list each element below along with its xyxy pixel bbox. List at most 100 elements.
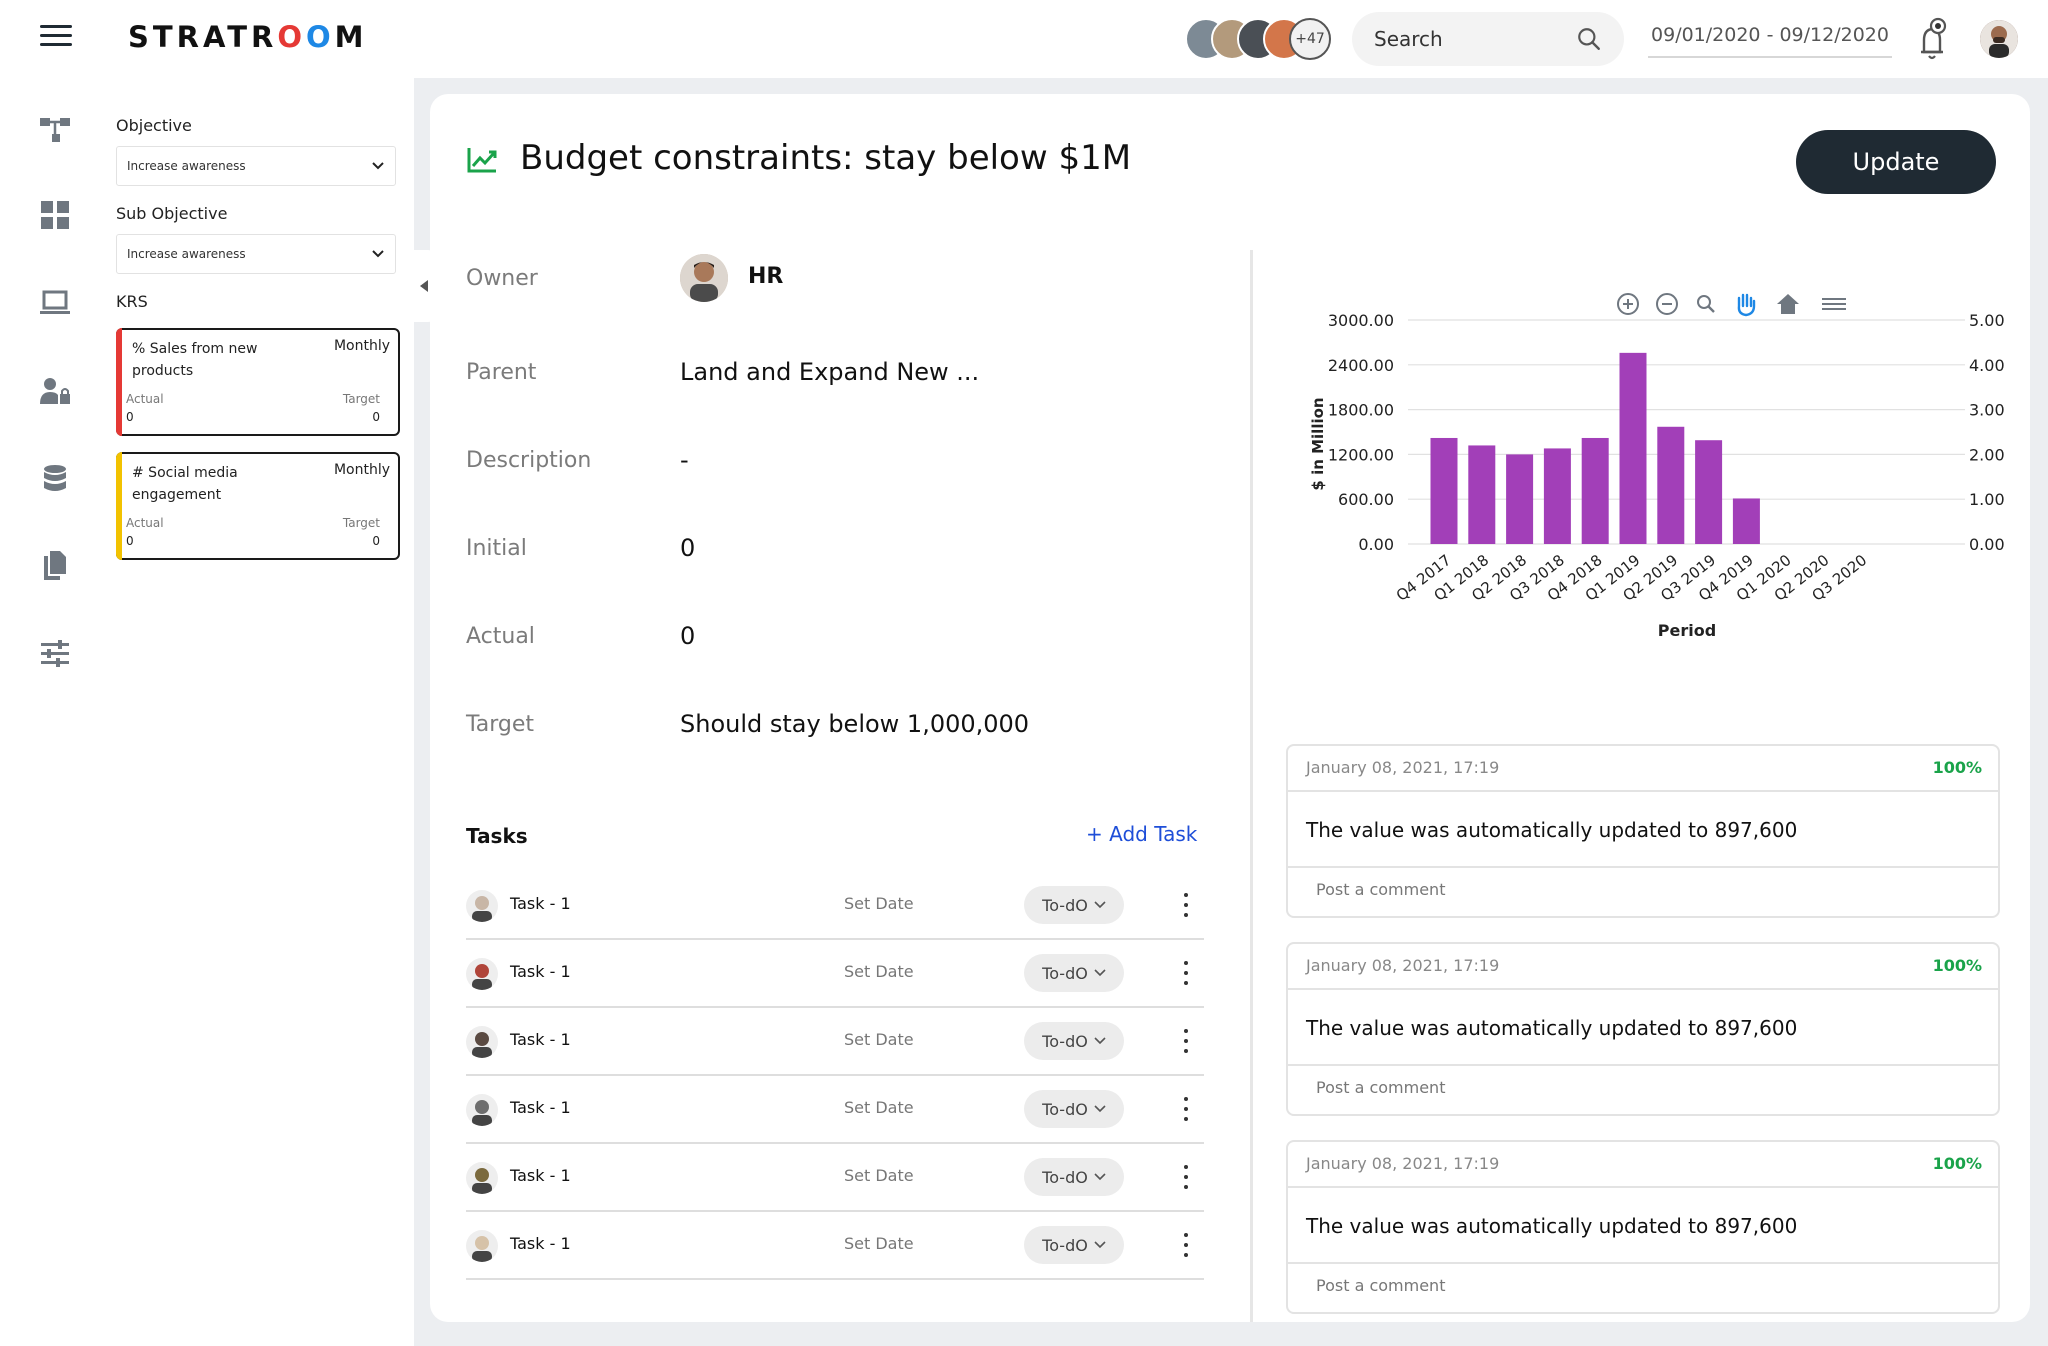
kr-actual-label: Actual (126, 516, 164, 530)
task-status-dropdown[interactable]: To-dO (1024, 886, 1124, 924)
task-name[interactable]: Task - 1 (510, 1098, 571, 1117)
description-label: Description (466, 448, 592, 473)
description-value: - (680, 446, 689, 474)
chart-bar[interactable] (1581, 437, 1609, 544)
y-tick-label: 600.00 (1338, 490, 1394, 509)
menu-icon[interactable] (40, 25, 72, 47)
zoom-search-icon[interactable] (1697, 295, 1715, 313)
parent-value[interactable]: Land and Expand New ... (680, 358, 979, 386)
task-assignee-avatar[interactable] (466, 1094, 498, 1126)
chevron-down-icon (1094, 1105, 1106, 1113)
task-set-date[interactable]: Set Date (844, 894, 914, 913)
actual-value: 0 (680, 622, 696, 650)
user-avatar[interactable] (1980, 20, 2018, 58)
comment-date: January 08, 2021, 17:19 (1306, 956, 1500, 975)
user-lock-icon[interactable] (38, 374, 72, 408)
page-title: Budget constraints: stay below $1M (520, 138, 1132, 178)
search-box[interactable]: Search (1352, 12, 1624, 66)
task-status-dropdown[interactable]: To-dO (1024, 1022, 1124, 1060)
task-assignee-avatar[interactable] (466, 1162, 498, 1194)
chart-bar[interactable] (1657, 426, 1685, 544)
kr-title: # Social media engagement (132, 465, 238, 503)
chart-bar[interactable] (1619, 352, 1647, 544)
task-assignee-avatar[interactable] (466, 890, 498, 922)
tasks-heading: Tasks (466, 824, 528, 848)
chart-bar[interactable] (1695, 440, 1723, 544)
kr-actual-value: 0 (126, 534, 134, 548)
more-vertical-icon[interactable] (1176, 1026, 1196, 1056)
more-vertical-icon[interactable] (1176, 890, 1196, 920)
comment-input[interactable]: Post a comment (1316, 1078, 1445, 1097)
task-assignee-avatar[interactable] (466, 1230, 498, 1262)
y-tick-label: 1200.00 (1328, 445, 1394, 464)
date-range-picker[interactable]: 09/01/2020 - 09/12/2020 (1648, 20, 1892, 58)
task-status-dropdown[interactable]: To-dO (1024, 1158, 1124, 1196)
add-task-button[interactable]: + Add Task (1086, 822, 1197, 846)
task-name[interactable]: Task - 1 (510, 1166, 571, 1185)
more-vertical-icon[interactable] (1176, 958, 1196, 988)
home-icon[interactable] (1777, 294, 1799, 314)
more-vertical-icon[interactable] (1176, 1162, 1196, 1192)
chart-bar[interactable] (1468, 445, 1496, 544)
objective-select[interactable]: Increase awareness (116, 146, 396, 186)
task-set-date[interactable]: Set Date (844, 1030, 914, 1049)
task-set-date[interactable]: Set Date (844, 962, 914, 981)
laptop-icon[interactable] (38, 286, 72, 320)
chart-bar[interactable] (1732, 498, 1760, 544)
pan-hand-icon[interactable] (1737, 293, 1756, 317)
y-tick-label: 3000.00 (1328, 311, 1394, 330)
comment-input[interactable]: Post a comment (1316, 880, 1445, 899)
comment-input[interactable]: Post a comment (1316, 1276, 1445, 1295)
comment-date: January 08, 2021, 17:19 (1306, 1154, 1500, 1173)
search-label: Search (1374, 27, 1443, 51)
y2-tick-label: 4.00 (1969, 356, 2005, 375)
task-status-dropdown[interactable]: To-dO (1024, 954, 1124, 992)
task-name[interactable]: Task - 1 (510, 1030, 571, 1049)
task-row[interactable]: Task - 1 Set Date To-dO (466, 1144, 1204, 1212)
y2-tick-label: 2.00 (1969, 445, 2005, 464)
task-row[interactable]: Task - 1 Set Date To-dO (466, 1008, 1204, 1076)
app-logo[interactable]: STRATROOM (128, 20, 367, 54)
search-icon[interactable] (1576, 26, 1602, 52)
sub-objective-select[interactable]: Increase awareness (116, 234, 396, 274)
chart-menu-icon[interactable] (1822, 298, 1846, 310)
dashboard-icon[interactable] (38, 198, 72, 232)
task-row[interactable]: Task - 1 Set Date To-dO (466, 1212, 1204, 1280)
column-divider (1250, 250, 1253, 1322)
bell-icon[interactable] (1912, 16, 1952, 64)
chart-bar[interactable] (1543, 448, 1571, 544)
parent-label: Parent (466, 360, 537, 385)
task-set-date[interactable]: Set Date (844, 1098, 914, 1117)
update-button[interactable]: Update (1796, 130, 1996, 194)
task-set-date[interactable]: Set Date (844, 1166, 914, 1185)
task-name[interactable]: Task - 1 (510, 894, 571, 913)
zoom-out-icon[interactable] (1656, 293, 1678, 315)
more-vertical-icon[interactable] (1176, 1230, 1196, 1260)
task-row[interactable]: Task - 1 Set Date To-dO (466, 940, 1204, 1008)
task-assignee-avatar[interactable] (466, 1026, 498, 1058)
more-vertical-icon[interactable] (1176, 1094, 1196, 1124)
task-status-dropdown[interactable]: To-dO (1024, 1090, 1124, 1128)
target-value: Should stay below 1,000,000 (680, 710, 1030, 738)
hierarchy-icon[interactable] (38, 112, 72, 146)
task-assignee-avatar[interactable] (466, 958, 498, 990)
kr-card[interactable]: % Sales from new products Monthly Actual… (116, 328, 400, 436)
kr-target-value: 0 (372, 410, 380, 424)
team-more-badge[interactable]: +47 (1289, 18, 1331, 60)
sliders-icon[interactable] (38, 636, 72, 670)
documents-icon[interactable] (38, 548, 72, 582)
task-set-date[interactable]: Set Date (844, 1234, 914, 1253)
task-row[interactable]: Task - 1 Set Date To-dO (466, 1076, 1204, 1144)
filter-panel: Objective Increase awareness Sub Objecti… (110, 78, 414, 1346)
database-icon[interactable] (38, 462, 72, 496)
task-row[interactable]: Task - 1 Set Date To-dO (466, 872, 1204, 940)
y2-tick-label: 1.00 (1969, 490, 2005, 509)
task-name[interactable]: Task - 1 (510, 1234, 571, 1253)
kr-card[interactable]: # Social media engagement Monthly Actual… (116, 452, 400, 560)
chart-bar[interactable] (1506, 454, 1534, 544)
task-name[interactable]: Task - 1 (510, 962, 571, 981)
chart-bar[interactable] (1430, 437, 1458, 544)
kr-title: % Sales from new products (132, 341, 258, 379)
zoom-in-icon[interactable] (1617, 293, 1639, 315)
task-status-dropdown[interactable]: To-dO (1024, 1226, 1124, 1264)
